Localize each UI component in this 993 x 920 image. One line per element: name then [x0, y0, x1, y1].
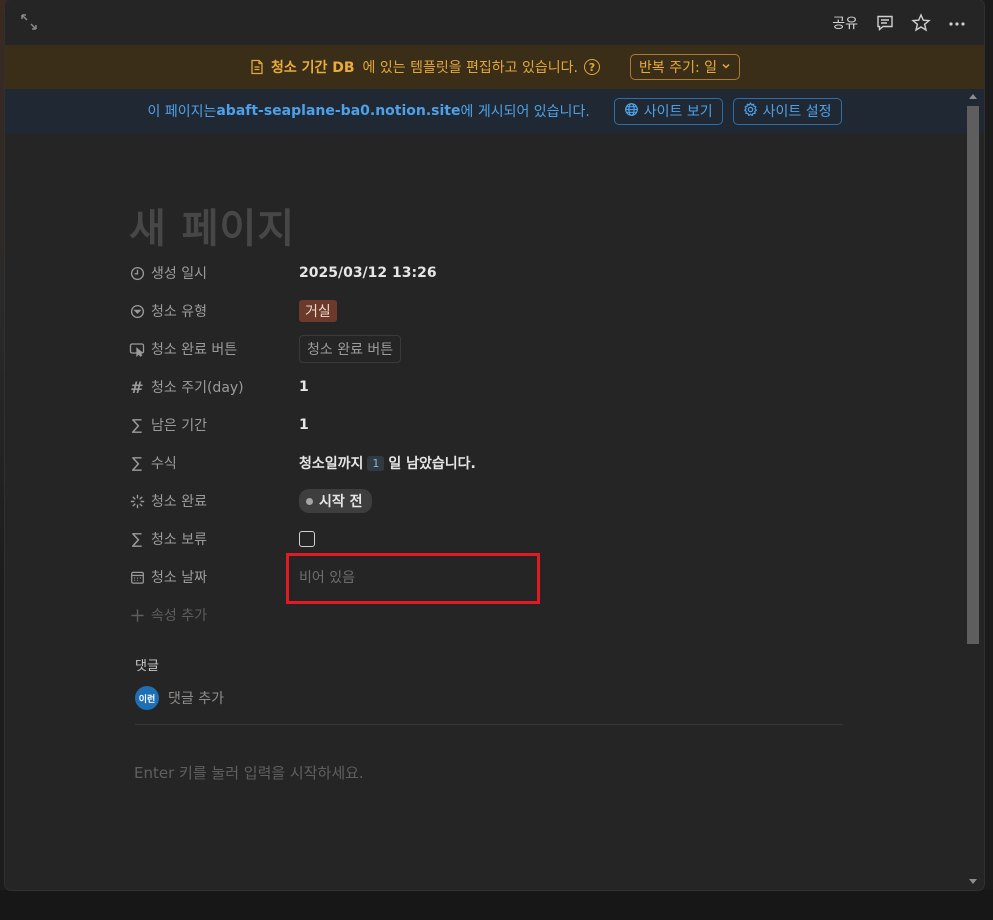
repeat-interval-dropdown[interactable]: 반복 주기: 일 [629, 54, 741, 80]
site-banner-suffix: 에 게시되어 있습니다. [460, 104, 590, 120]
globe-icon [624, 102, 639, 121]
view-site-button[interactable]: 사이트 보기 [613, 97, 723, 125]
property-value[interactable]: 1 [299, 372, 309, 402]
property-label-text: 청소 보류 [151, 532, 207, 548]
status-label: 시작 전 [319, 494, 363, 510]
share-button[interactable]: 공유 [830, 11, 860, 35]
select-icon [129, 303, 145, 319]
sigma-icon: ∑ [131, 454, 143, 472]
property-interval: # 청소 주기(day) 1 [129, 368, 849, 406]
property-clean-type: 청소 유형 거실 [129, 292, 849, 330]
scroll-up-arrow-icon[interactable] [969, 94, 977, 99]
highlight-annotation-box [286, 553, 540, 604]
property-label-text: 청소 완료 [151, 494, 207, 510]
site-banner-prefix: 이 페이지는 [147, 104, 217, 120]
expand-icon[interactable] [19, 12, 39, 32]
property-label[interactable]: 생성 일시 [129, 263, 299, 283]
hash-icon: # [130, 377, 144, 397]
property-remaining: ∑ 남은 기간 1 [129, 406, 849, 444]
calendar-icon [129, 569, 145, 585]
help-icon[interactable]: ? [583, 59, 600, 75]
comments-heading: 댓글 [135, 659, 159, 674]
property-label[interactable]: 청소 날짜 [129, 567, 299, 587]
property-label-text: 남은 기간 [151, 418, 207, 434]
document-icon [249, 59, 265, 75]
site-settings-button[interactable]: 사이트 설정 [732, 97, 842, 125]
template-message: 에 있는 템플릿을 편집하고 있습니다. [362, 60, 578, 76]
page-body-placeholder[interactable]: Enter 키를 눌러 입력을 시작하세요. [134, 762, 364, 783]
chevron-down-icon [721, 59, 731, 75]
status-dot [306, 497, 313, 505]
property-label-text: 청소 주기(day) [151, 380, 244, 396]
clean-complete-button[interactable]: 청소 완료 버튼 [299, 335, 402, 363]
add-property-button[interactable]: 속성 추가 [129, 605, 299, 625]
status-badge: 시작 전 [299, 489, 372, 513]
plus-icon [129, 607, 145, 623]
avatar: 이런 [135, 686, 159, 710]
repeat-interval-label: 반복 주기: 일 [638, 60, 718, 76]
star-icon[interactable] [910, 12, 932, 34]
button-icon [129, 341, 145, 357]
property-status: 청소 완료 시작 전 [129, 482, 849, 520]
sigma-icon: ∑ [131, 530, 143, 548]
property-label[interactable]: ∑ 수식 [129, 453, 299, 473]
formula-text-after: 일 남았습니다. [388, 456, 476, 472]
property-label-text: 청소 완료 버튼 [151, 342, 238, 358]
hold-checkbox[interactable] [299, 531, 315, 547]
property-value [299, 524, 315, 554]
divider [135, 724, 843, 725]
property-value[interactable]: 거실 [299, 296, 337, 326]
property-value[interactable]: 2025/03/12 13:26 [299, 258, 437, 288]
view-site-label: 사이트 보기 [643, 104, 713, 120]
add-comment-button[interactable]: 이런 댓글 추가 [135, 686, 224, 710]
property-label[interactable]: ∑ 남은 기간 [129, 415, 299, 435]
sigma-icon: ∑ [131, 416, 143, 434]
modal-topbar: 공유 [5, 0, 984, 45]
status-icon [129, 493, 145, 509]
top-actions: 공유 [830, 10, 968, 36]
property-value[interactable]: 시작 전 [299, 486, 372, 516]
more-icon[interactable] [946, 12, 968, 34]
background-taskbar [0, 890, 993, 920]
select-tag: 거실 [299, 300, 337, 322]
site-settings-label: 사이트 설정 [762, 104, 832, 120]
clock-icon [129, 265, 145, 281]
property-label[interactable]: ∑ 청소 보류 [129, 529, 299, 549]
add-comment-label: 댓글 추가 [168, 691, 224, 707]
scroll-down-arrow-icon[interactable] [969, 879, 977, 884]
scrollbar[interactable] [966, 92, 980, 888]
comment-icon[interactable] [874, 12, 896, 34]
formula-number: 1 [367, 455, 385, 471]
property-label[interactable]: 청소 완료 버튼 [129, 339, 299, 359]
property-label[interactable]: 청소 완료 [129, 491, 299, 511]
property-value[interactable]: 청소일까지 1 일 남았습니다. [299, 448, 476, 478]
property-label[interactable]: # 청소 주기(day) [129, 377, 299, 397]
property-label-text: 생성 일시 [151, 266, 207, 282]
scrollbar-thumb[interactable] [967, 106, 979, 644]
property-label-text: 수식 [151, 456, 177, 472]
page-modal: 공유 청소 기간 DB 에 있는 템플릿을 편집하고 있습니다. ? 반복 주기… [5, 0, 984, 890]
property-formula: ∑ 수식 청소일까지 1 일 남았습니다. [129, 444, 849, 482]
gear-icon [743, 101, 758, 121]
property-label-text: 청소 유형 [151, 304, 207, 320]
formula-text-before: 청소일까지 [299, 456, 364, 472]
property-created-time: 생성 일시 2025/03/12 13:26 [129, 254, 849, 292]
property-value[interactable]: 1 [299, 410, 309, 440]
database-link[interactable]: 청소 기간 DB [271, 57, 355, 77]
page-title[interactable]: 새 페이지 [129, 196, 295, 254]
property-value: 청소 완료 버튼 [299, 334, 402, 364]
site-published-banner: 이 페이지는 abaft-seaplane-ba0.notion.site 에 … [5, 89, 984, 133]
property-label-text: 청소 날짜 [151, 570, 207, 586]
add-property-label: 속성 추가 [151, 608, 207, 624]
site-domain-link[interactable]: abaft-seaplane-ba0.notion.site [216, 103, 460, 119]
property-complete-button: 청소 완료 버튼 청소 완료 버튼 [129, 330, 849, 368]
template-banner: 청소 기간 DB 에 있는 템플릿을 편집하고 있습니다. ? 반복 주기: 일 [5, 45, 984, 89]
property-label[interactable]: 청소 유형 [129, 301, 299, 321]
